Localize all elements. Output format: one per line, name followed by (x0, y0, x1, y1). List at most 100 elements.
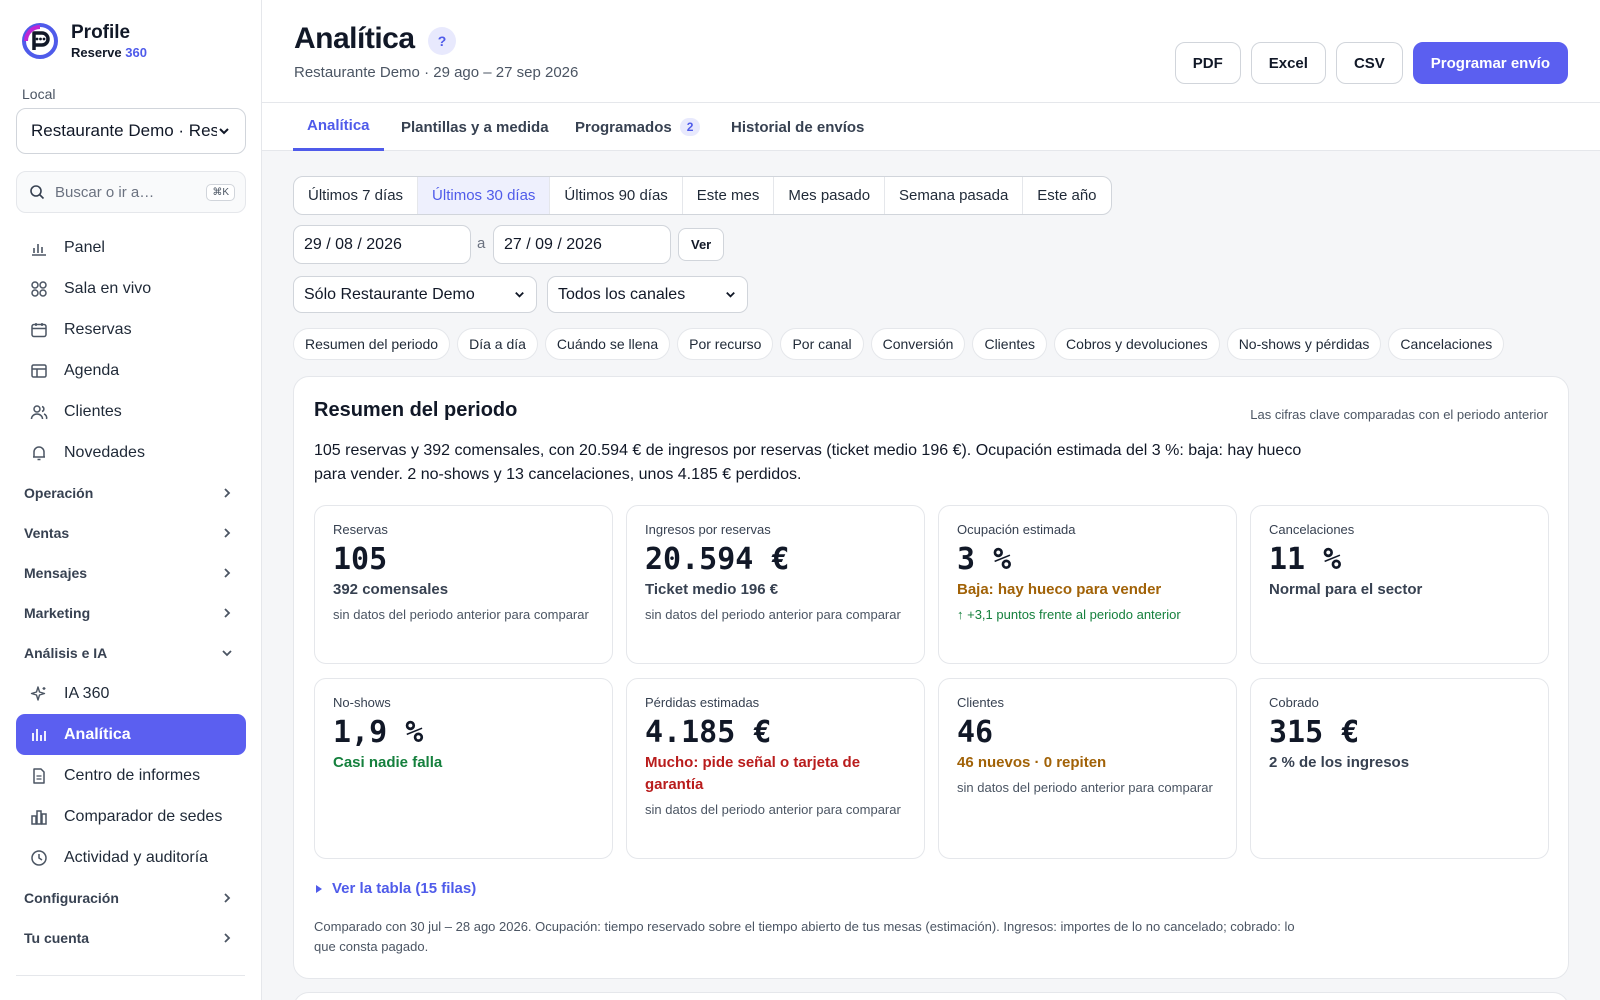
tab-label: Historial de envíos (731, 118, 865, 136)
brand-sub: Reserve 360 (71, 46, 147, 59)
schedule-send-button[interactable]: Programar envío (1412, 42, 1568, 84)
kpi-sub: Normal para el sector (1269, 581, 1423, 598)
sidebar-group-operacion[interactable]: Operación (16, 473, 246, 513)
date-to-input[interactable]: 27 / 09 / 2026 (493, 225, 671, 264)
sidebar-item-label: Agenda (64, 361, 120, 379)
tab-plantillas[interactable]: Plantillas y a medida (401, 103, 549, 151)
section-chip[interactable]: No-shows y pérdidas (1226, 328, 1382, 360)
sidebar-group-analisis-ia[interactable]: Análisis e IA (16, 633, 246, 673)
page-subtitle: Restaurante Demo · 29 ago – 27 sep 2026 (294, 64, 579, 81)
sidebar-item-sala-en-vivo[interactable]: Sala en vivo (16, 268, 246, 309)
sidebar-group-label: Mensajes (24, 565, 88, 581)
sidebar: Profile Reserve 360 Local Restaurante De… (0, 0, 262, 1000)
csv-button[interactable]: CSV (1335, 42, 1403, 84)
tab-historial[interactable]: Historial de envíos (731, 103, 864, 151)
sidebar-group-label: Análisis e IA (24, 645, 108, 661)
period-option[interactable]: Últimos 7 días (294, 177, 419, 214)
sidebar-group-marketing[interactable]: Marketing (16, 593, 246, 633)
tab-label: Programados (575, 118, 672, 136)
summary-note: Las cifras clave comparadas con el perio… (1250, 407, 1548, 422)
sidebar-group-ventas[interactable]: Ventas (16, 513, 246, 553)
venue-filter-select[interactable]: Sólo Restaurante Demo (293, 276, 537, 313)
period-option[interactable]: Últimos 90 días (550, 177, 683, 214)
bell-icon (33, 445, 45, 460)
period-option-selected[interactable]: Últimos 30 días (418, 177, 551, 214)
chevron-down-icon (726, 291, 735, 298)
period-option[interactable]: Este mes (683, 177, 775, 214)
period-option[interactable]: Este año (1023, 177, 1110, 214)
chevron-down-icon (222, 650, 232, 657)
kpi-card-cobrado: Cobrado 315 € 2 % de los ingresos (1250, 678, 1549, 859)
kpi-sub: Mucho: pide señal o tarjeta de garantía (645, 754, 861, 793)
calendar-icon (31, 322, 47, 337)
section-chip[interactable]: Clientes (972, 328, 1048, 360)
sidebar-item-comparador-sedes[interactable]: Comparador de sedes (16, 796, 246, 837)
section-chip[interactable]: Por canal (780, 328, 864, 360)
section-chip[interactable]: Conversión (870, 328, 966, 360)
chevron-right-icon (224, 933, 231, 943)
section-chip[interactable]: Por recurso (677, 328, 774, 360)
pdf-button[interactable]: PDF (1174, 42, 1241, 84)
brand[interactable]: Profile Reserve 360 (21, 22, 147, 60)
tab-analitica[interactable]: Analítica (293, 103, 384, 151)
section-chip[interactable]: Resumen del periodo (293, 328, 451, 360)
sidebar-item-reservas[interactable]: Reservas (16, 309, 246, 350)
search-input[interactable]: Buscar o ir a… ⌘K (16, 171, 246, 213)
show-table-toggle[interactable]: Ver la tabla (15 filas) (314, 880, 476, 897)
channel-filter-select[interactable]: Todos los canales (547, 276, 748, 313)
summary-title: Resumen del periodo (314, 399, 518, 421)
kpi-value: 315 € (1269, 715, 1360, 750)
sidebar-item-agenda[interactable]: Agenda (16, 350, 246, 391)
tab-bar: Analítica Plantillas y a medida Programa… (262, 103, 1600, 151)
section-chip[interactable]: Día a día (457, 328, 538, 360)
kpi-card-perdidas: Pérdidas estimadas 4.185 € Mucho: pide s… (626, 678, 925, 859)
triangle-right-icon (316, 884, 322, 893)
local-select[interactable]: Restaurante Demo · Res (16, 108, 246, 154)
section-chip[interactable]: Cuándo se llena (544, 328, 671, 360)
kpi-label: Pérdidas estimadas (645, 695, 760, 710)
kpi-value: 46 (957, 715, 994, 750)
kpi-card-ocupacion: Ocupación estimada 3 % Baja: hay hueco p… (938, 505, 1237, 664)
period-option[interactable]: Mes pasado (774, 177, 886, 214)
sidebar-item-actividad-auditoria[interactable]: Actividad y auditoría (16, 837, 246, 878)
tab-label: Analítica (307, 117, 370, 134)
sidebar-item-clientes[interactable]: Clientes (16, 391, 246, 432)
sidebar-divider (16, 975, 245, 976)
sidebar-group-mensajes[interactable]: Mensajes (16, 553, 246, 593)
section-chip[interactable]: Cancelaciones (1388, 328, 1505, 360)
clock-icon (31, 849, 47, 866)
bar-chart-icon (32, 243, 46, 256)
search-placeholder: Buscar o ir a… (55, 183, 155, 201)
search-icon (30, 185, 45, 200)
sidebar-item-label: Clientes (64, 402, 122, 420)
kpi-label: Ocupación estimada (957, 522, 1076, 537)
help-button[interactable]: ? (428, 27, 456, 55)
next-card-edge (293, 992, 1569, 1000)
chevron-right-icon (224, 528, 231, 538)
sidebar-item-label: Reservas (64, 320, 132, 338)
view-button[interactable]: Ver (678, 228, 725, 261)
kpi-value: 3 % (957, 542, 1012, 577)
tab-programados[interactable]: Programados 2 (575, 103, 701, 151)
kpi-card-cancelaciones: Cancelaciones 11 % Normal para el sector (1250, 505, 1549, 664)
sidebar-item-analitica[interactable]: Analítica (16, 714, 246, 755)
kpi-label: Cobrado (1269, 695, 1319, 710)
section-chip[interactable]: Cobros y devoluciones (1054, 328, 1220, 360)
sidebar-group-configuracion[interactable]: Configuración (16, 878, 246, 918)
sidebar-item-centro-informes[interactable]: Centro de informes (16, 755, 246, 796)
kpi-value: 105 (333, 542, 388, 577)
chevron-right-icon (224, 893, 231, 903)
excel-button[interactable]: Excel (1250, 42, 1326, 84)
chevron-right-icon (224, 568, 231, 578)
kpi-sub: 46 nuevos · 0 repiten (957, 754, 1107, 771)
kpi-label: Cancelaciones (1269, 522, 1355, 537)
brand-sub-accent: 360 (125, 45, 147, 60)
section-chips: Resumen del periodo Día a día Cuándo se … (293, 328, 1505, 360)
sidebar-group-tu-cuenta[interactable]: Tu cuenta (16, 918, 246, 958)
date-from-input[interactable]: 29 / 08 / 2026 (293, 225, 471, 264)
period-option[interactable]: Semana pasada (885, 177, 1024, 214)
sidebar-item-ia-360[interactable]: IA 360 (16, 673, 246, 714)
show-table-label: Ver la tabla (15 filas) (332, 880, 477, 897)
sidebar-item-novedades[interactable]: Novedades (16, 432, 246, 473)
sidebar-item-panel[interactable]: Panel (16, 227, 246, 268)
